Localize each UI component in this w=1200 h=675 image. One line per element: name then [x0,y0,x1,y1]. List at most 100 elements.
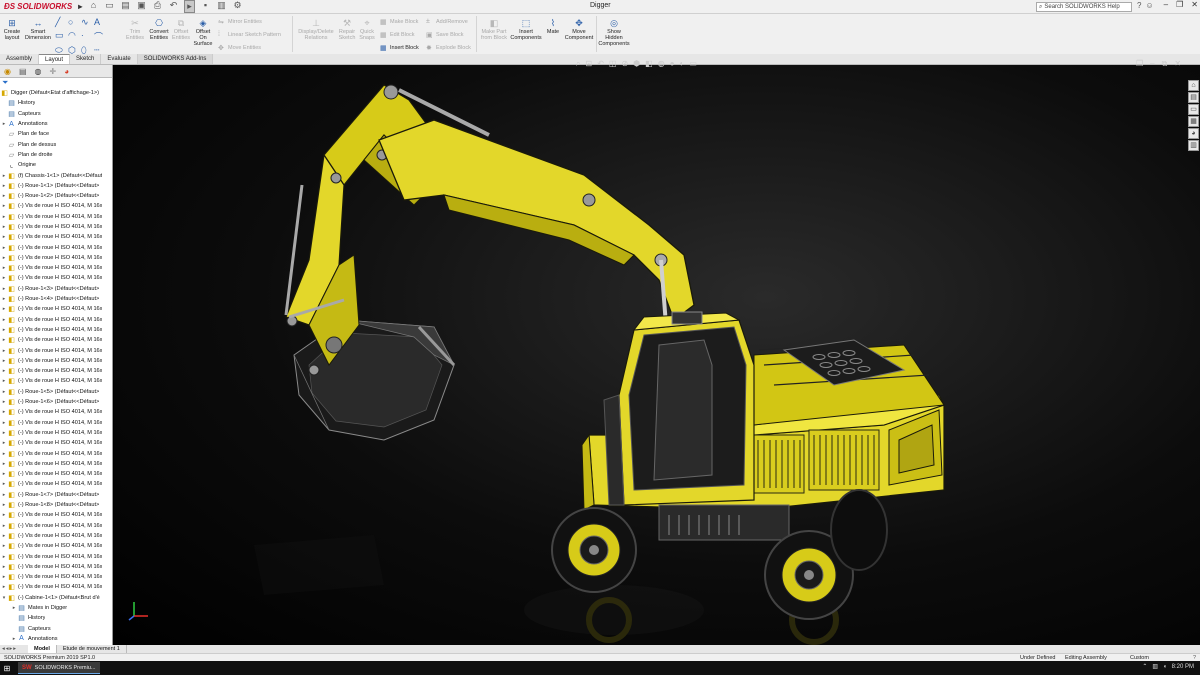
tree-item[interactable]: ▸ ◧ (-) Vis de roue H ISO 4014, M 16x [0,459,112,469]
search-help-input[interactable]: ⌕ Search SOLIDWORKS Help [1036,2,1132,12]
tree-item[interactable]: ▸ ◧ (-) Vis de roue H ISO 4014, M 16x [0,428,112,438]
convert-entities-button[interactable]: ⎔ Convert Entities [147,18,171,42]
tree-item[interactable]: ▸ A Annotations [0,119,112,129]
excavator-model[interactable] [114,65,1200,645]
display-delete-relations-button[interactable]: ⊥ Display/Delete Relations [296,18,336,42]
tab-layout[interactable]: Layout [39,54,71,64]
filter-icon[interactable]: ⏷ [0,78,112,88]
tree-item[interactable]: ▸ ◧ (-) Roue-1<5> (Défaut<<Défaut> [0,387,112,397]
make-part-from-block-button[interactable]: ◧ Make Part from Block [480,18,508,42]
minimize-icon[interactable]: – [1164,0,1168,9]
offset-entities-button[interactable]: ⧉ Offset Entities [171,18,191,42]
tree-item[interactable]: ▸ ◧ (-) Roue-1<4> (Défaut<<Défaut> [0,294,112,304]
tree-item[interactable]: ▸ ◧ (-) Vis de roue H ISO 4014, M 16x [0,531,112,541]
tree-item[interactable]: ▸ ◧ (-) Roue-1<1> (Défaut<<Défaut> [0,181,112,191]
solidworks-logo[interactable]: ƉS SOLIDWORKS ▸ [0,2,82,11]
tree-item[interactable]: ▸ ◧ (f) Chassis-1<1> (Défaut<<Défaut [0,170,112,180]
tree-item[interactable]: ▤ History [0,98,112,108]
tree-item[interactable]: ▸ ◧ (-) Vis de roue H ISO 4014, M 16x [0,345,112,355]
viewport-tile-icon[interactable]: ⧉ [1162,59,1168,69]
file-explorer-icon[interactable]: ▭ [1188,104,1199,115]
tree-item[interactable]: ▸ ◧ (-) Vis de roue H ISO 4014, M 16x [0,222,112,232]
new-document-icon[interactable]: ▭ [104,0,115,13]
arc-icon[interactable]: ◠ [68,30,81,43]
options-gear-icon[interactable]: ⚙ [232,0,243,13]
tab-model[interactable]: Model [28,645,57,653]
tree-item[interactable]: ▸ ◧ (-) Roue-1<7> (Défaut<<Défaut> [0,490,112,500]
property-manager-icon[interactable]: ▤ [19,67,27,76]
insert-components-button[interactable]: ⬚ Insert Components [510,18,542,42]
feature-manager-icon[interactable]: ◉ [4,67,11,76]
solidworks-resources-icon[interactable]: ⌂ [1188,80,1199,91]
design-library-icon[interactable]: ▤ [1188,92,1199,103]
tree-item[interactable]: ▱ Plan de droite [0,150,112,160]
previous-view-icon[interactable]: ↶ [597,59,604,69]
viewport-minimize-icon[interactable]: – [1150,59,1154,69]
volume-icon[interactable]: ◖ [1163,664,1167,670]
tree-item[interactable]: ▸ ◧ (-) Vis de roue H ISO 4014, M 16x [0,572,112,582]
tree-item[interactable]: ▸ ◧ (-) Vis de roue H ISO 4014, M 16x [0,315,112,325]
tree-item[interactable]: ▸ ◧ (-) Vis de roue H ISO 4014, M 16x [0,520,112,530]
tree-item[interactable]: ▸ ◧ (-) Vis de roue H ISO 4014, M 16x [0,212,112,222]
open-folder-icon[interactable]: ▤ [120,0,131,13]
quick-snaps-button[interactable]: ⌖ Quick Snaps [358,18,376,42]
move-component-button[interactable]: ✥ Move Component [563,18,595,42]
tree-item[interactable]: ▾ ◧ (-) Cabine-1<1> (Défaut<Brut d'é [0,593,112,603]
tree-item[interactable]: ▸ ◧ (-) Vis de roue H ISO 4014, M 16x [0,438,112,448]
tree-item[interactable]: ▸ ◧ (-) Vis de roue H ISO 4014, M 16x [0,418,112,428]
trim-entities-button[interactable]: ✂ Trim Entities [125,18,145,42]
tree-item[interactable]: ▸ ◧ (-) Vis de roue H ISO 4014, M 16x [0,273,112,283]
tree-item[interactable]: ▸ ◧ (-) Vis de roue H ISO 4014, M 16x [0,232,112,242]
tree-item[interactable]: ▸ ◧ (-) Vis de roue H ISO 4014, M 16x [0,201,112,211]
save-icon[interactable]: ▣ [136,0,147,13]
dimxpert-icon[interactable]: ✛ [50,67,57,76]
clock[interactable]: 8:20 PM [1172,664,1194,670]
edit-block-button[interactable]: ▦ Edit Block [380,31,414,39]
select-icon[interactable]: ▸ [184,0,195,13]
linear-sketch-pattern-button[interactable]: ⁞ Linear Sketch Pattern [218,31,281,38]
repair-sketch-button[interactable]: ⚒ Repair Sketch [337,18,357,42]
tree-item[interactable]: ▸ ◧ (-) Vis de roue H ISO 4014, M 16x [0,376,112,386]
configuration-manager-icon[interactable]: ◍ [35,67,42,76]
tree-item[interactable]: ▸ ◧ (-) Vis de roue H ISO 4014, M 16x [0,356,112,366]
explode-block-button[interactable]: ✸ Explode Block [426,44,471,52]
tab-motion-study[interactable]: Etude de mouvement 1 [57,645,127,653]
section-view-icon[interactable]: ◫ [609,59,617,69]
print-icon[interactable]: ⎙ [152,0,163,13]
tree-item[interactable]: ⌞ Origine [0,160,112,170]
windows-start-icon[interactable]: ⊞ [0,664,14,673]
tree-item[interactable]: ▤ Capteurs [0,623,112,633]
tree-item[interactable]: ▸ ◧ (-) Vis de roue H ISO 4014, M 16x [0,325,112,335]
undo-icon[interactable]: ↶ [168,0,179,13]
tree-item[interactable]: ▸ ◧ (-) Vis de roue H ISO 4014, M 16x [0,335,112,345]
tree-item[interactable]: ▸ ◧ (-) Vis de roue H ISO 4014, M 16x [0,541,112,551]
tab-addins[interactable]: SOLIDWORKS Add-Ins [137,54,214,64]
show-hidden-components-button[interactable]: ◎ Show Hidden Components [598,18,630,48]
tree-item[interactable]: ▱ Plan de face [0,129,112,139]
line-icon[interactable]: ╱ [55,17,68,28]
move-entities-button[interactable]: ✥ Move Entities [218,44,261,52]
tree-item[interactable]: ▸ ◧ (-) Vis de roue H ISO 4014, M 16x [0,582,112,592]
tree-item[interactable]: ▸ ◧ (-) Vis de roue H ISO 4014, M 16x [0,551,112,561]
zoom-to-fit-icon[interactable]: ⌕ [576,59,580,69]
tree-item[interactable]: ▤ History [0,613,112,623]
network-icon[interactable]: ▥ [1152,663,1158,670]
view-palette-icon[interactable]: ▦ [1188,116,1199,127]
view-settings-icon[interactable]: ▭ [689,59,697,69]
tree-item[interactable]: ▸ ◧ (-) Vis de roue H ISO 4014, M 16x [0,253,112,263]
tree-item[interactable]: ▸ ◧ (-) Vis de roue H ISO 4014, M 16x [0,263,112,273]
tab-evaluate[interactable]: Evaluate [101,54,138,64]
tree-item[interactable]: ▸ ◧ (-) Roue-1<6> (Défaut<<Défaut> [0,397,112,407]
create-layout-button[interactable]: ⊞ Create layout [2,18,22,42]
make-block-button[interactable]: ▦ Make Block [380,18,418,26]
offset-on-surface-button[interactable]: ◈ Offset On Surface [192,18,214,48]
tree-item[interactable]: ▸ ◧ (-) Vis de roue H ISO 4014, M 16x [0,469,112,479]
smart-dimension-button[interactable]: ↔ Smart Dimension [24,18,52,42]
taskbar-solidworks-app[interactable]: SW SOLIDWORKS Premiu... [18,662,100,674]
circle-icon[interactable]: ○ [68,17,81,28]
menu-expand-icon[interactable]: ▸ [78,2,82,11]
apply-scene-icon[interactable]: ◐ [680,59,685,69]
tab-assembly[interactable]: Assembly [0,54,40,64]
tree-item[interactable]: ▸ ◧ (-) Vis de roue H ISO 4014, M 16x [0,448,112,458]
tree-item[interactable]: ▸ ◧ (-) Vis de roue H ISO 4014, M 16x [0,242,112,252]
